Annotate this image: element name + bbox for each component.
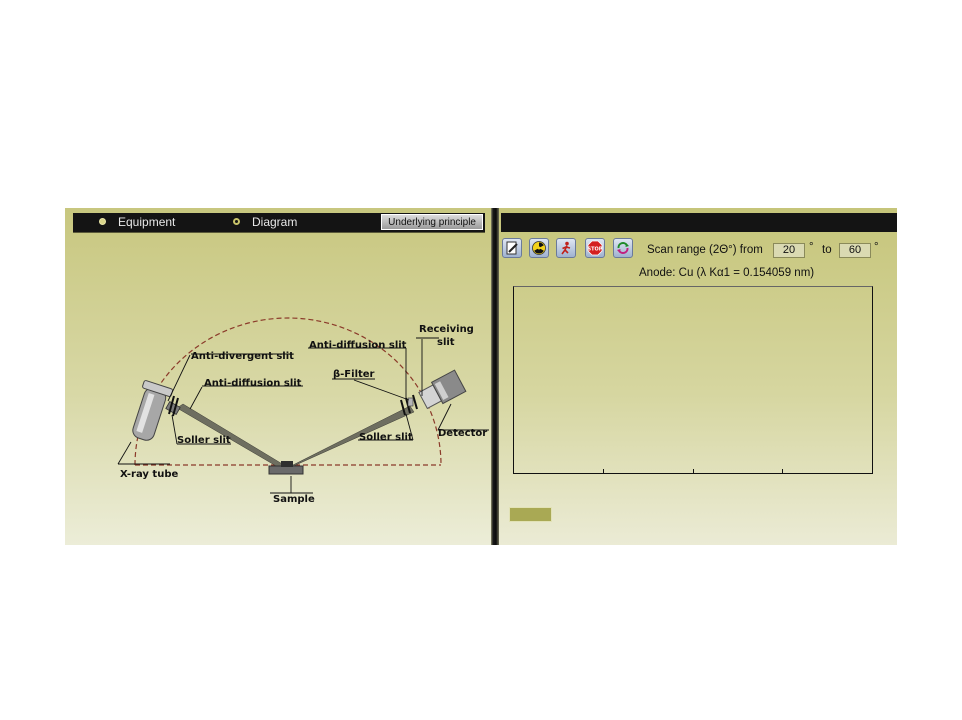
anti-divergent-slit-label: Anti-divergent slit <box>191 351 294 362</box>
stop-icon: STOP <box>588 240 603 256</box>
anti-diffusion-slit-right-label: Anti-diffusion slit <box>309 340 407 351</box>
sample-specimen <box>281 461 293 467</box>
sample-holder <box>268 465 304 475</box>
scan-range-label: Scan range (2Θ°) from <box>647 244 763 256</box>
xray-tube <box>132 380 174 441</box>
svg-text:STOP: STOP <box>588 247 603 253</box>
degree-symbol: ° <box>809 241 814 253</box>
refresh-button[interactable] <box>613 238 633 258</box>
xray-tube-label: X-ray tube <box>120 469 178 480</box>
xray-on-button[interactable] <box>529 238 549 258</box>
stop-button[interactable]: STOP <box>585 238 605 258</box>
scan-from-input[interactable]: 20 <box>773 243 805 258</box>
beta-filter <box>407 397 414 407</box>
edit-icon <box>506 241 518 255</box>
diffraction-plot <box>513 286 873 474</box>
xrd-simulator: Equipment Diagram Underlying principle R… <box>65 208 897 545</box>
detector-label: Detector <box>438 428 487 439</box>
soller-slit-left-label: Soller slit <box>177 435 231 446</box>
edit-button[interactable] <box>502 238 522 258</box>
sample-label: Sample <box>273 494 315 505</box>
anti-diffusion-slit-left-label: Anti-diffusion slit <box>204 378 302 389</box>
scan-to-input[interactable]: 60 <box>839 243 871 258</box>
x-tick <box>693 469 694 474</box>
receiving-slit-label-2: slit <box>437 337 455 348</box>
beta-filter-label: β-Filter <box>333 369 375 380</box>
x-tick <box>603 469 604 474</box>
panel-divider[interactable] <box>491 208 499 545</box>
refresh-icon <box>617 242 629 254</box>
walk-icon <box>561 241 571 255</box>
anode-label: Anode: Cu (λ Kα1 = 0.154059 nm) <box>639 267 815 279</box>
receiving-slit-part <box>412 394 418 410</box>
run-button[interactable] <box>556 238 576 258</box>
diffractometer-diagram: Receiving slit Anti-divergent slit Anti-… <box>117 317 489 505</box>
degree-symbol-2: ° <box>874 241 879 253</box>
receiving-slit-label-1: Receiving <box>419 324 474 335</box>
x-tick <box>782 469 783 474</box>
detector <box>418 369 467 410</box>
status-indicator <box>509 507 552 522</box>
to-label: to <box>822 244 832 256</box>
right-topbar <box>501 213 897 232</box>
soller-slit-right-label: Soller slit <box>359 432 413 443</box>
radiation-icon <box>532 241 546 255</box>
measurement-panel: STOP Scan range (2Θ°) from 20 ° to 60 ° … <box>499 208 897 545</box>
equipment-panel: Equipment Diagram Underlying principle R… <box>65 208 491 545</box>
